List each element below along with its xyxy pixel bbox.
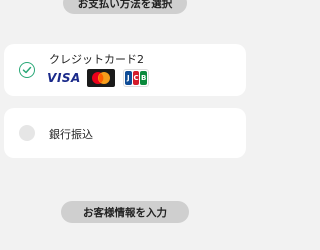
card-brand-logos: VISA J C B (47, 69, 149, 87)
jcb-logo-icon: J C B (123, 69, 149, 87)
mastercard-logo-icon (87, 69, 115, 87)
visa-logo-icon: VISA (47, 71, 81, 85)
customer-info-section-title: お客様情報を入力 (61, 201, 189, 223)
payment-method-section-title: お支払い方法を選択 (63, 0, 187, 14)
check-icon (22, 66, 32, 74)
payment-page: お支払い方法を選択 クレジットカード2 VISA J C B 銀行振込 お客様情… (0, 0, 250, 250)
radio-unchecked-icon[interactable] (19, 125, 35, 141)
credit-card-label: クレジットカード2 (49, 53, 144, 66)
radio-checked-icon[interactable] (19, 62, 35, 78)
bank-transfer-label: 銀行振込 (49, 128, 93, 141)
payment-option-bank-transfer[interactable]: 銀行振込 (4, 108, 246, 158)
payment-option-credit-card[interactable]: クレジットカード2 VISA J C B (4, 44, 246, 96)
